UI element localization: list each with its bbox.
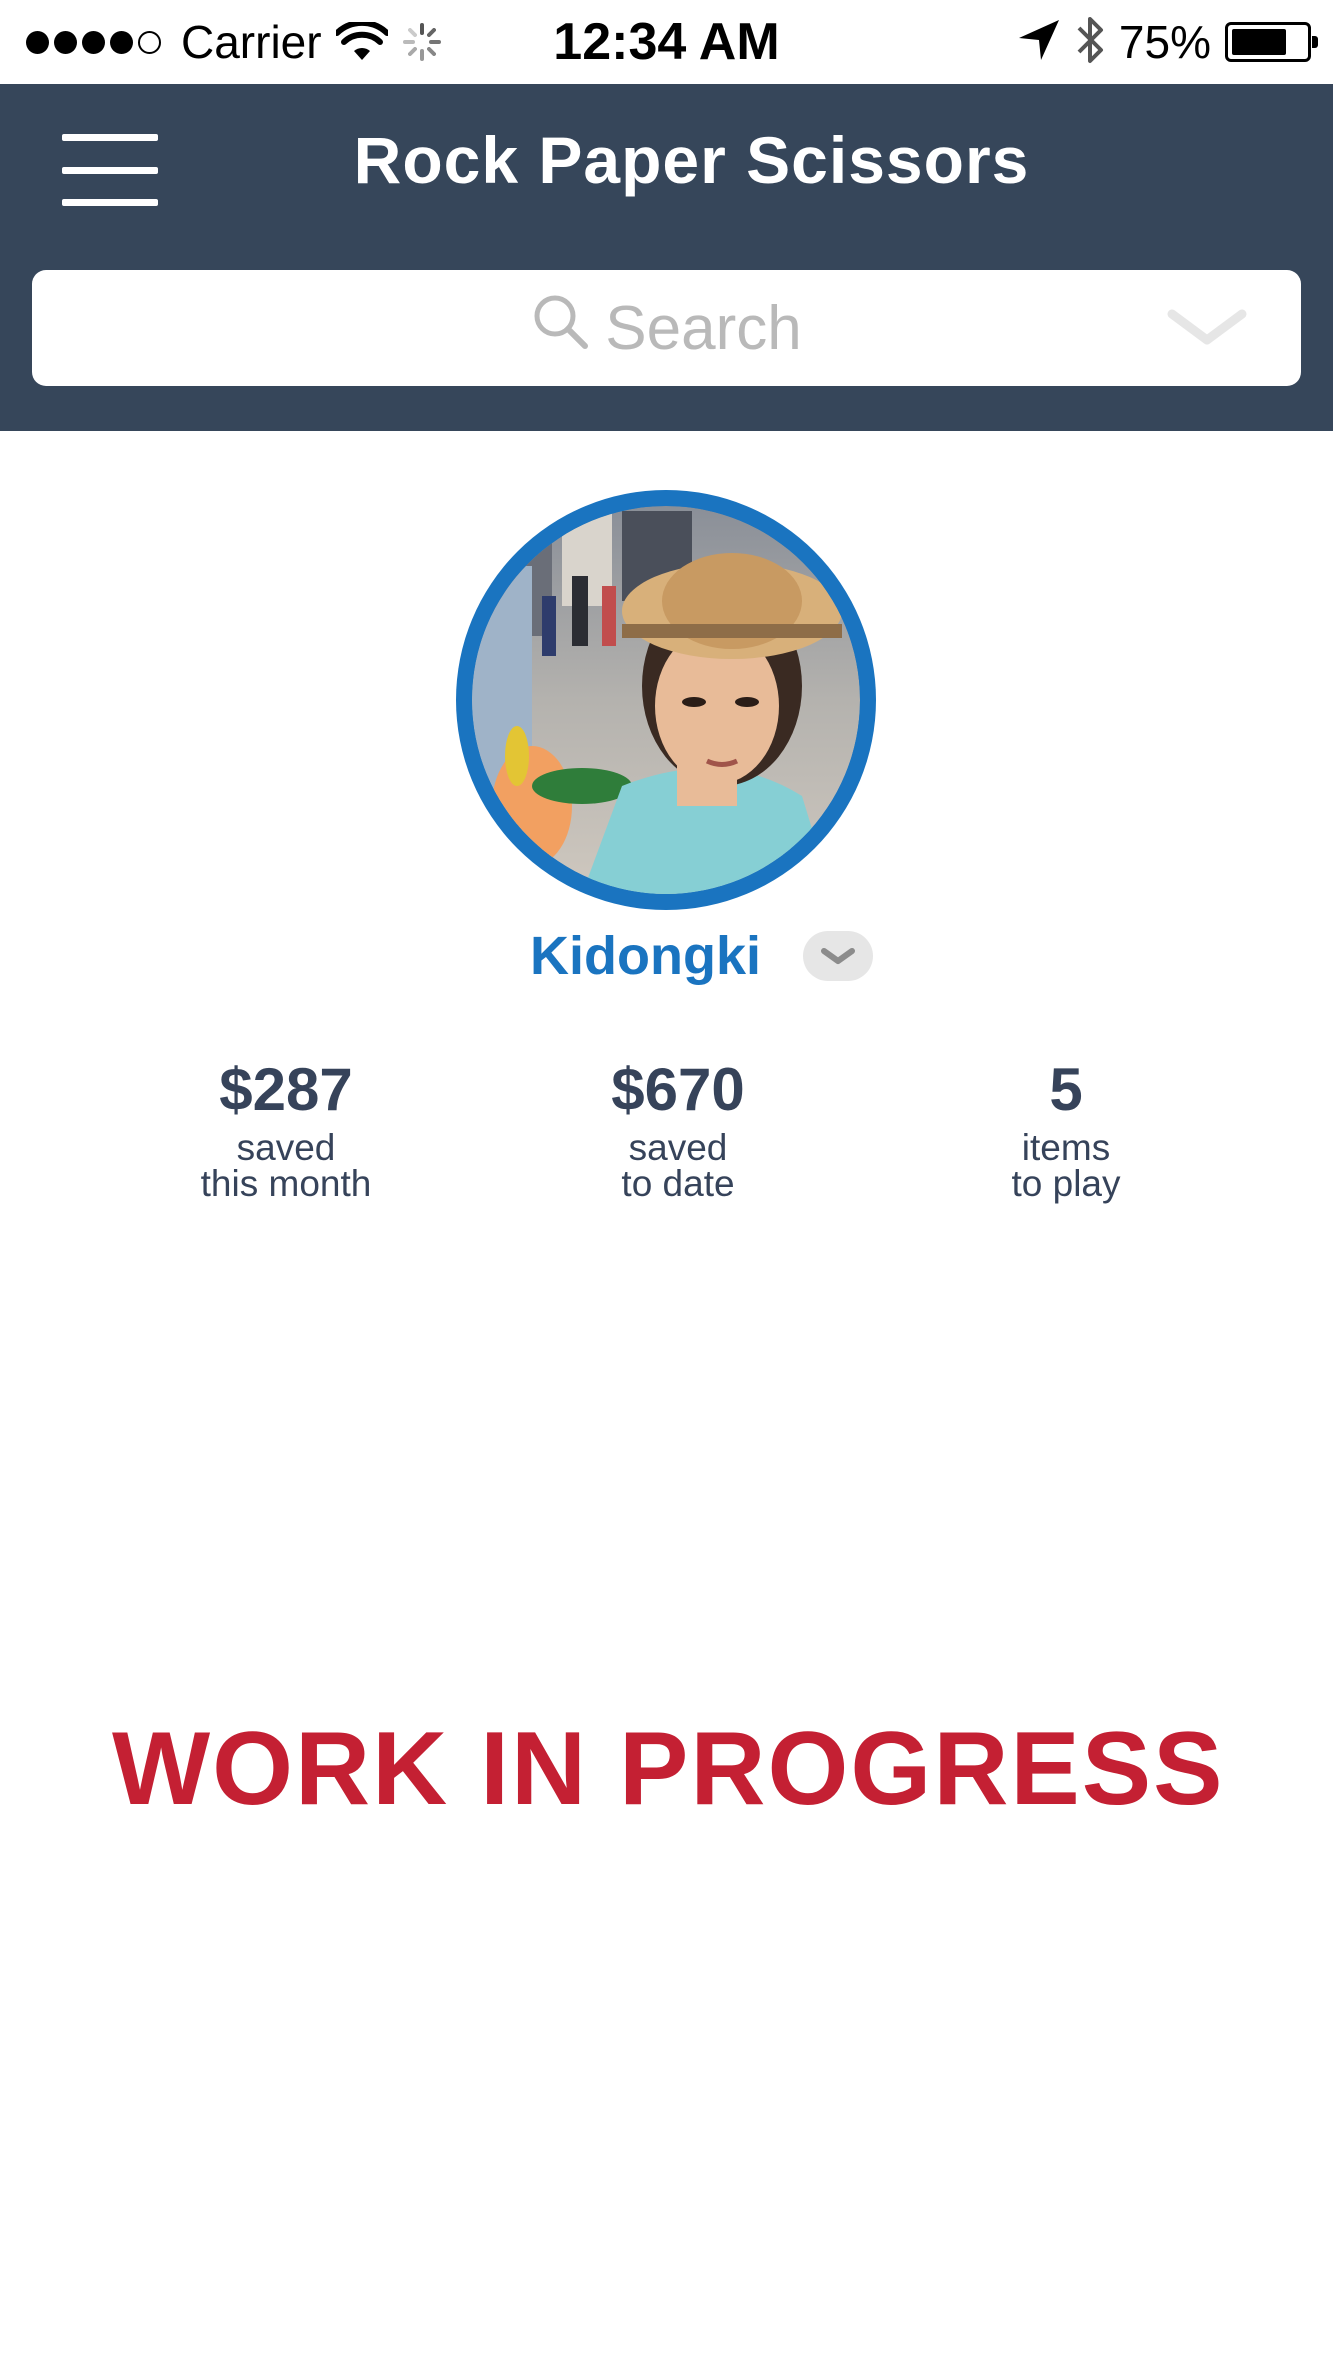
work-in-progress-banner: WORK IN PROGRESS (112, 1711, 1225, 1827)
wifi-icon (335, 22, 388, 62)
stat-label-line1: items (1021, 1127, 1111, 1168)
location-arrow-icon (1017, 18, 1061, 67)
app-header: Rock Paper Scissors Search (0, 84, 1333, 431)
battery-percent: 75% (1118, 16, 1211, 68)
chevron-down-icon[interactable] (1167, 308, 1247, 353)
stat-value: $670 (611, 1056, 745, 1123)
stat-label-line2: to play (1011, 1163, 1121, 1204)
profile-dropdown-button[interactable] (802, 931, 873, 981)
stat-items-to-play: 5 items to play (886, 1050, 1246, 1202)
battery-icon (1225, 22, 1318, 62)
avatar-photo (472, 506, 860, 894)
stat-label-line1: saved (236, 1127, 336, 1168)
bluetooth-icon (1075, 14, 1105, 71)
search-placeholder: Search (605, 293, 802, 363)
stat-label-line1: saved (628, 1127, 728, 1168)
profile-name-row: Kidongki (0, 925, 1333, 987)
app-title: Rock Paper Scissors (353, 123, 1030, 197)
profile-name[interactable]: Kidongki (530, 925, 761, 987)
stat-value: $287 (219, 1056, 353, 1123)
signal-strength-icon (26, 30, 161, 54)
status-bar: Carrier 12:34 AM 75% (0, 0, 1333, 84)
chevron-down-icon (820, 948, 855, 964)
stat-saved-to-date: $670 saved to date (498, 1050, 858, 1202)
search-icon (531, 292, 589, 365)
stat-label-line2: this month (200, 1163, 372, 1204)
avatar[interactable] (456, 490, 876, 910)
carrier-name: Carrier (181, 16, 322, 68)
search-input[interactable]: Search (32, 270, 1301, 386)
stat-value: 5 (1049, 1056, 1083, 1123)
status-right: 75% (1017, 0, 1318, 84)
activity-spinner-icon (402, 22, 442, 62)
stat-saved-this-month: $287 saved this month (106, 1050, 466, 1202)
stat-label-line2: to date (621, 1163, 735, 1204)
status-left: Carrier (26, 0, 442, 84)
